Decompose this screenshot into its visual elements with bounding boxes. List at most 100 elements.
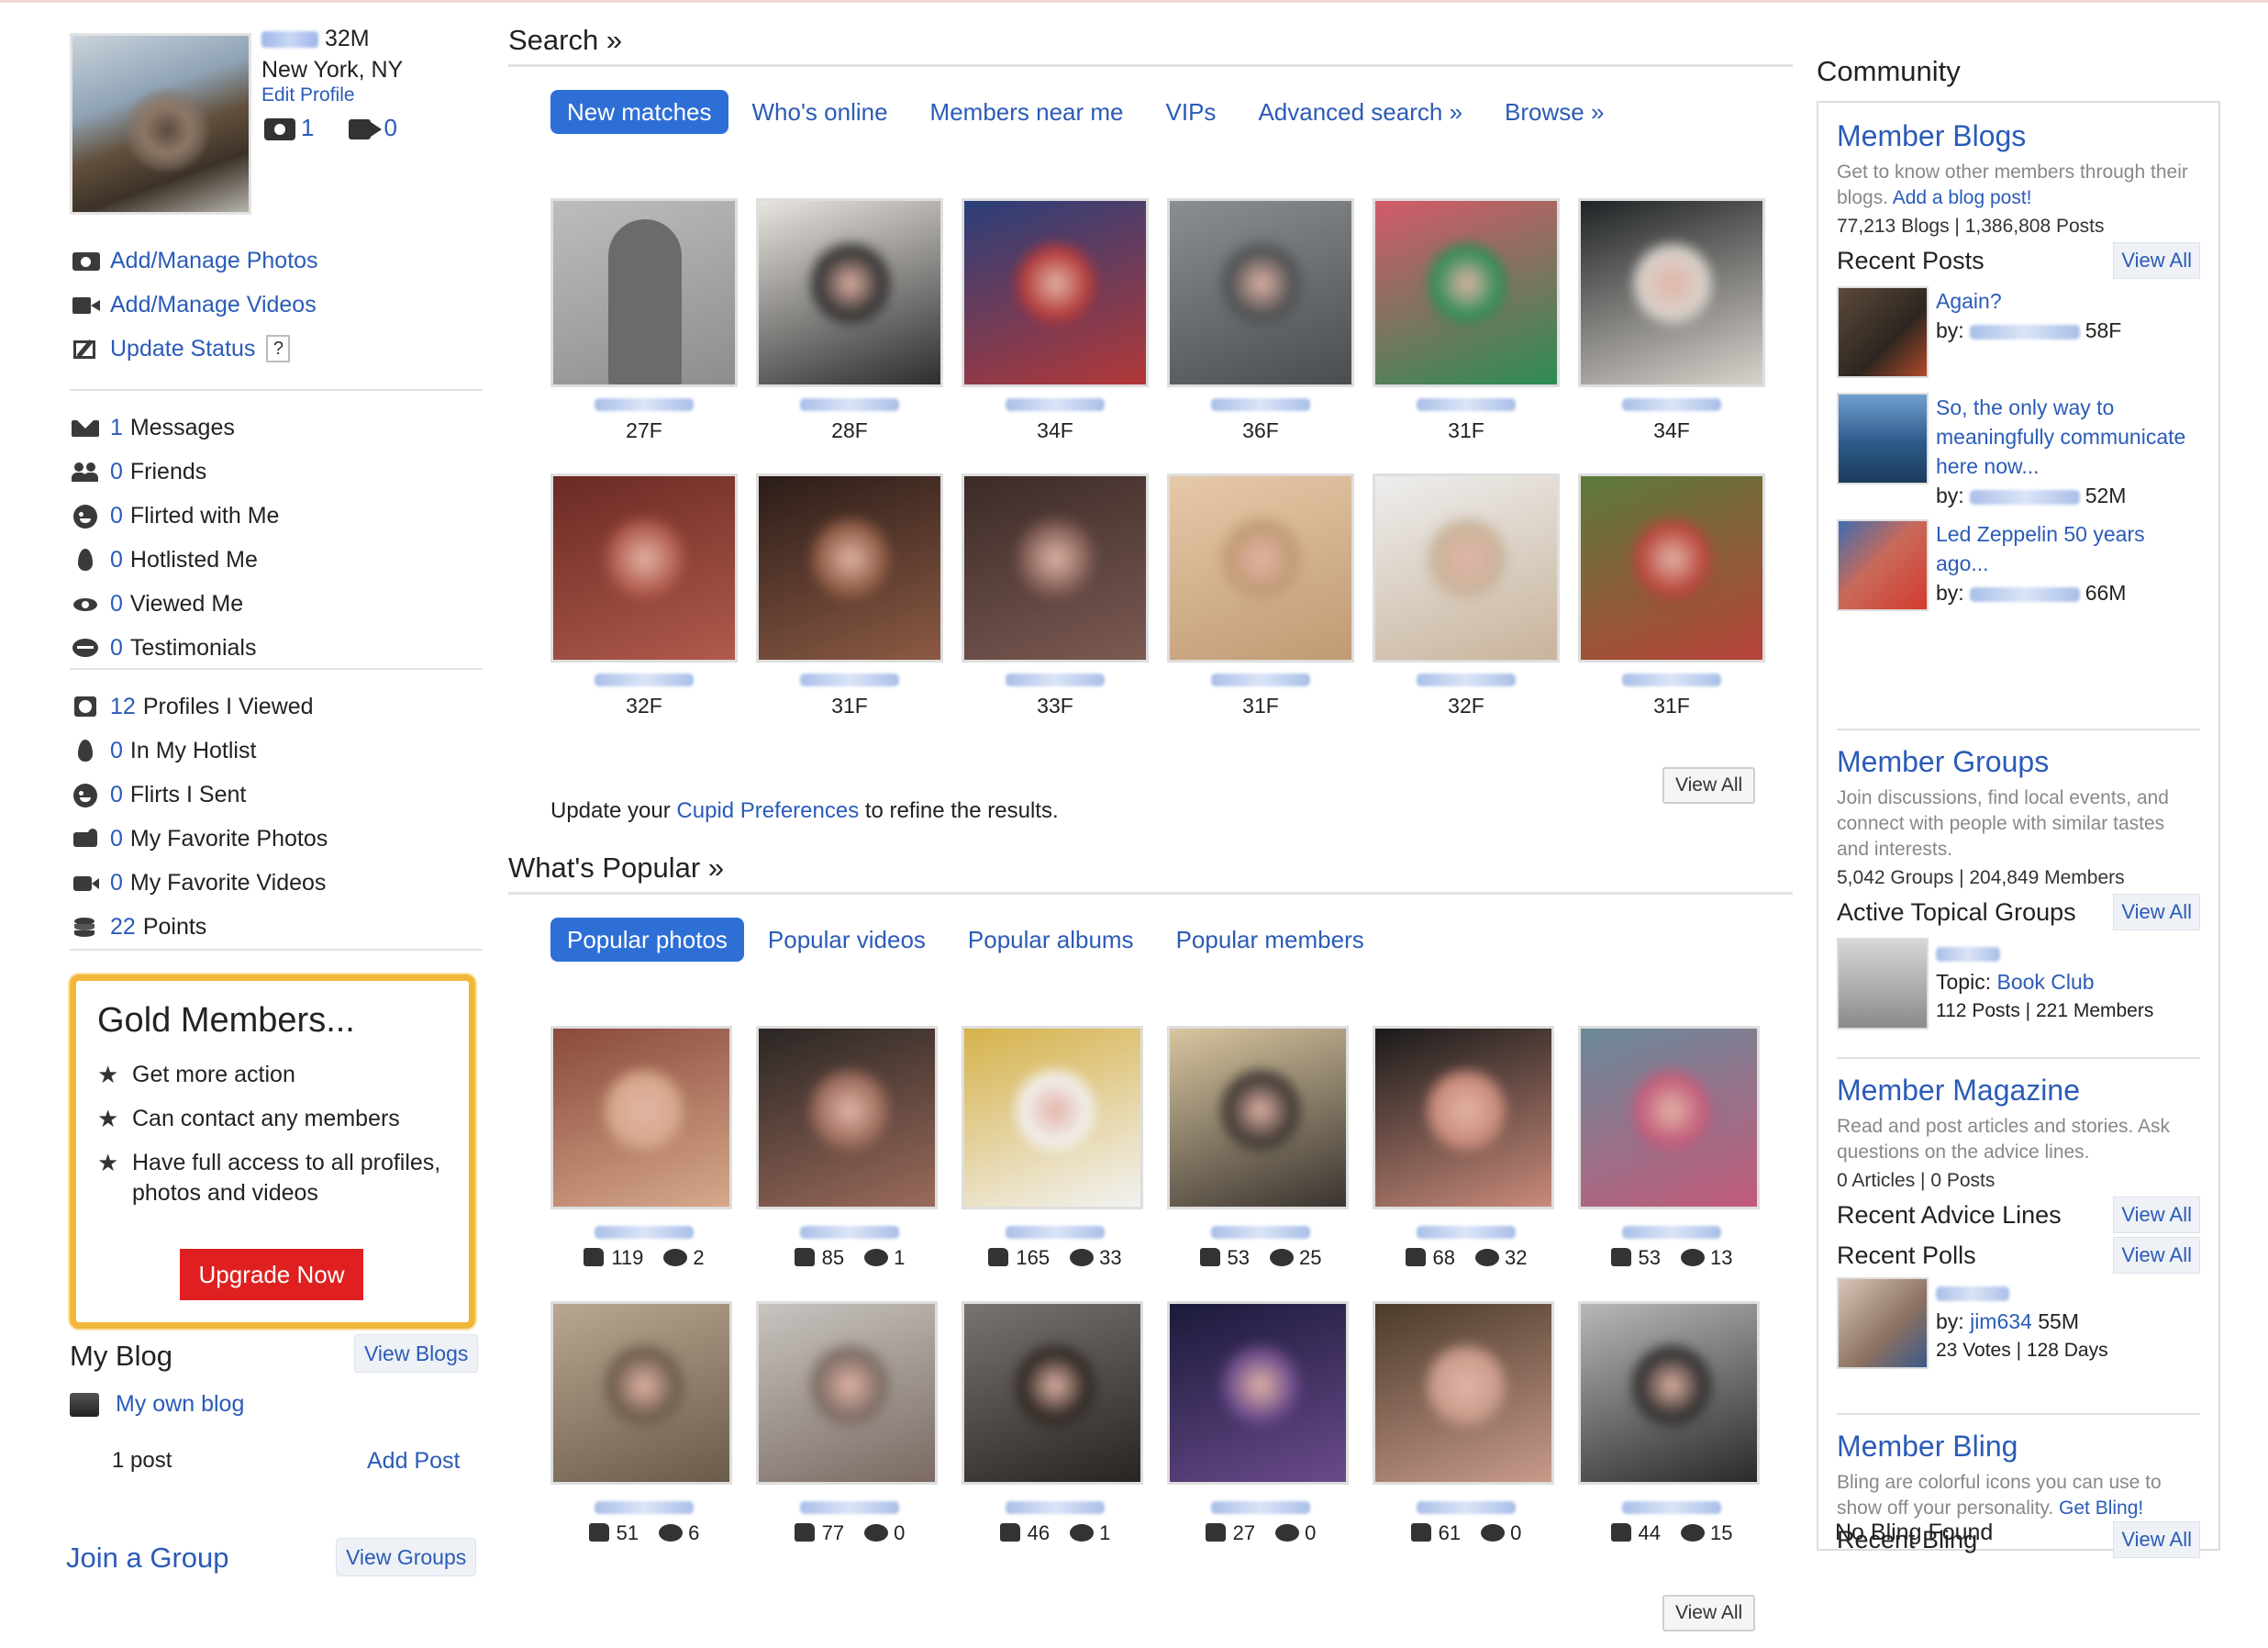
photo-owner-username[interactable] — [1373, 1226, 1560, 1246]
viewed-me-link[interactable]: 0 Viewed Me — [72, 582, 484, 626]
match-photo[interactable] — [962, 198, 1149, 387]
popular-photo[interactable] — [1167, 1026, 1349, 1209]
photo-count[interactable]: 1 — [264, 114, 314, 142]
group-topic-link[interactable]: Book Club — [1996, 970, 2094, 994]
cupid-preferences-link[interactable]: Cupid Preferences — [676, 798, 859, 823]
group-name[interactable] — [1936, 946, 2000, 962]
add-manage-photos-link[interactable]: Add/Manage Photos — [72, 239, 484, 283]
popular-photo[interactable] — [962, 1301, 1143, 1485]
popular-photo[interactable] — [1578, 1301, 1760, 1485]
match-photo[interactable] — [756, 198, 943, 387]
group-thumbnail[interactable] — [1837, 938, 1929, 1030]
popular-photo[interactable] — [550, 1026, 732, 1209]
match-username[interactable] — [1373, 674, 1560, 694]
popular-photo[interactable] — [962, 1026, 1143, 1209]
post-thumbnail[interactable] — [1837, 286, 1929, 378]
match-username[interactable] — [1578, 398, 1765, 418]
photo-owner-username[interactable] — [1373, 1501, 1560, 1521]
messages-link[interactable]: 1 Messages — [72, 406, 484, 450]
recent-posts-view-all[interactable]: View All — [2113, 242, 2200, 279]
match-username[interactable] — [962, 674, 1149, 694]
post-title-link[interactable]: Again? — [1936, 289, 2002, 313]
tab-advanced-search[interactable]: Advanced search » — [1258, 98, 1462, 127]
flirted-with-me-link[interactable]: 0 Flirted with Me — [72, 494, 484, 538]
member-bling-link[interactable]: Member Bling — [1837, 1430, 2200, 1470]
tab-new-matches[interactable]: New matches — [550, 90, 728, 134]
recent-bling-view-all[interactable]: View All — [2113, 1521, 2200, 1558]
view-blogs-button[interactable]: View Blogs — [354, 1334, 479, 1373]
tab-browse[interactable]: Browse » — [1505, 98, 1604, 127]
match-photo[interactable] — [550, 198, 738, 387]
points-link[interactable]: 22 Points — [72, 905, 484, 949]
add-post-link[interactable]: Add Post — [367, 1448, 460, 1475]
match-photo[interactable] — [1167, 473, 1354, 663]
match-username[interactable] — [756, 674, 943, 694]
match-photo[interactable] — [1578, 198, 1765, 387]
post-thumbnail[interactable] — [1837, 393, 1929, 484]
photo-owner-username[interactable] — [756, 1226, 943, 1246]
profiles-i-viewed-link[interactable]: 12 Profiles I Viewed — [72, 685, 484, 729]
profile-avatar[interactable] — [70, 33, 251, 215]
poll-thumbnail[interactable] — [1837, 1277, 1929, 1369]
match-photo[interactable] — [1373, 198, 1560, 387]
photo-owner-username[interactable] — [1578, 1226, 1765, 1246]
profile-username[interactable] — [261, 31, 318, 49]
post-title-link[interactable]: Led Zeppelin 50 years ago... — [1936, 522, 2145, 575]
post-title-link[interactable]: So, the only way to meaningfully communi… — [1936, 395, 2185, 478]
recent-polls-view-all[interactable]: View All — [2113, 1237, 2200, 1274]
testimonials-link[interactable]: 0 Testimonials — [72, 626, 484, 670]
post-thumbnail[interactable] — [1837, 519, 1929, 611]
member-blogs-link[interactable]: Member Blogs — [1837, 119, 2200, 160]
my-own-blog-link[interactable]: My own blog — [116, 1391, 244, 1418]
my-favorite-photos-link[interactable]: 0 My Favorite Photos — [72, 817, 484, 861]
photo-owner-username[interactable] — [962, 1501, 1149, 1521]
match-username[interactable] — [962, 398, 1149, 418]
join-a-group-link[interactable]: Join a Group — [66, 1542, 229, 1575]
edit-profile-link[interactable]: Edit Profile — [261, 84, 355, 106]
match-photo[interactable] — [1373, 473, 1560, 663]
whats-popular-heading[interactable]: What's Popular » — [508, 852, 724, 885]
tab-whos-online[interactable]: Who's online — [752, 98, 888, 127]
in-my-hotlist-link[interactable]: 0 In My Hotlist — [72, 729, 484, 773]
post-author[interactable] — [1969, 324, 2080, 340]
match-photo[interactable] — [550, 473, 738, 663]
post-author[interactable] — [1969, 489, 2080, 505]
status-help-icon[interactable]: ? — [266, 335, 291, 362]
my-favorite-videos-link[interactable]: 0 My Favorite Videos — [72, 861, 484, 905]
match-username[interactable] — [1373, 398, 1560, 418]
advice-lines-view-all[interactable]: View All — [2113, 1197, 2200, 1233]
match-photo[interactable] — [756, 473, 943, 663]
update-status-link[interactable]: Update Status — [110, 336, 255, 362]
popular-photo[interactable] — [1167, 1301, 1349, 1485]
match-photo[interactable] — [1167, 198, 1354, 387]
photo-owner-username[interactable] — [962, 1226, 1149, 1246]
match-photo[interactable] — [962, 473, 1149, 663]
tab-popular-albums[interactable]: Popular albums — [968, 926, 1134, 954]
photo-owner-username[interactable] — [550, 1501, 738, 1521]
match-username[interactable] — [550, 398, 738, 418]
popular-photo[interactable] — [756, 1301, 938, 1485]
friends-link[interactable]: 0 Friends — [72, 450, 484, 494]
photo-owner-username[interactable] — [756, 1501, 943, 1521]
add-manage-videos-link[interactable]: Add/Manage Videos — [72, 283, 484, 327]
video-count[interactable]: 0 — [349, 114, 397, 142]
hotlisted-me-link[interactable]: 0 Hotlisted Me — [72, 538, 484, 582]
tab-popular-photos[interactable]: Popular photos — [550, 918, 744, 962]
search-heading[interactable]: Search » — [508, 24, 622, 57]
tab-popular-members[interactable]: Popular members — [1176, 926, 1364, 954]
popular-photo[interactable] — [1373, 1026, 1554, 1209]
add-blog-post-link[interactable]: Add a blog post! — [1893, 187, 2032, 208]
match-username[interactable] — [756, 398, 943, 418]
poll-author-link[interactable]: jim634 — [1970, 1309, 2032, 1333]
match-photo[interactable] — [1578, 473, 1765, 663]
get-bling-link[interactable]: Get Bling! — [2059, 1498, 2143, 1519]
post-author[interactable] — [1969, 586, 2080, 602]
popular-photo[interactable] — [1373, 1301, 1554, 1485]
popular-photo[interactable] — [756, 1026, 938, 1209]
tab-members-near-me[interactable]: Members near me — [930, 98, 1124, 127]
active-groups-view-all[interactable]: View All — [2113, 894, 2200, 930]
photo-owner-username[interactable] — [550, 1226, 738, 1246]
member-magazine-link[interactable]: Member Magazine — [1837, 1074, 2200, 1114]
search-view-all-button[interactable]: View All — [1662, 767, 1756, 804]
view-groups-button[interactable]: View Groups — [336, 1538, 477, 1576]
